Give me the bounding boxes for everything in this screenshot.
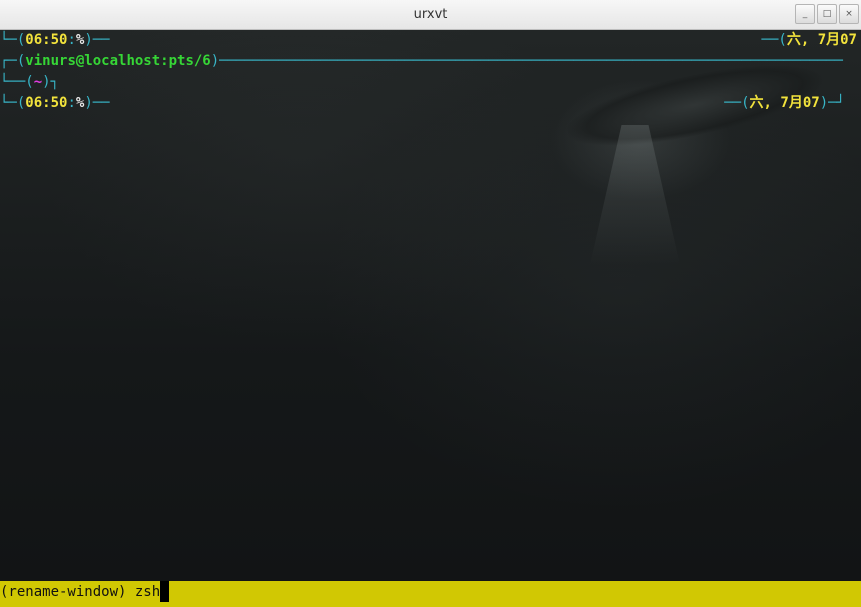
prompt-corner: ┌─( bbox=[0, 53, 26, 69]
rename-window-prompt: (rename-window) zsh bbox=[0, 584, 161, 600]
prompt-separator: : bbox=[67, 32, 76, 48]
maximize-button[interactable]: □ bbox=[817, 4, 837, 24]
prompt-time: 06:50 bbox=[25, 32, 68, 48]
terminal-line-1-right: ──(六, 7月07 bbox=[762, 30, 857, 51]
rprompt-date: 六, 7月07 bbox=[749, 95, 820, 111]
terminal-line-3: └──(~)┐ bbox=[0, 72, 59, 93]
prompt-corner: └──( bbox=[0, 74, 34, 90]
terminal-line-1: └─(06:50:%)── bbox=[0, 30, 110, 51]
terminal-line-2: ┌─(vinurs@localhost:pts/6)──────────────… bbox=[0, 51, 843, 72]
prompt-corner: └─( bbox=[0, 95, 26, 111]
terminal-line-4: └─(06:50:%)── bbox=[0, 93, 110, 114]
terminal-area[interactable]: └─(06:50:%)── ──(六, 7月07 ┌─(vinurs@local… bbox=[0, 30, 861, 581]
prompt-close: )── bbox=[84, 95, 110, 111]
close-button[interactable]: × bbox=[839, 4, 859, 24]
prompt-close: )┐ bbox=[42, 74, 60, 90]
rprompt-date: 六, 7月07 bbox=[786, 32, 857, 48]
prompt-time: 06:50 bbox=[25, 95, 68, 111]
text-cursor bbox=[160, 581, 170, 602]
window-title: urxvt bbox=[413, 7, 448, 22]
tmux-status-bar[interactable]: (rename-window) zsh bbox=[0, 581, 861, 607]
rprompt-open: ──( bbox=[761, 32, 787, 48]
prompt-separator: : bbox=[67, 95, 76, 111]
prompt-userhost: vinurs@localhost:pts/6 bbox=[25, 53, 211, 69]
terminal-line-4-right: ──(六, 7月07)─┘ bbox=[724, 93, 845, 114]
rprompt-open: ──( bbox=[724, 95, 750, 111]
prompt-rule: )───────────────────────────────────────… bbox=[210, 53, 843, 69]
urxvt-window: urxvt _ □ × └─(06:50:%)── ──(六, 7月07 ┌─(… bbox=[0, 0, 861, 607]
prompt-directory: ~ bbox=[33, 74, 43, 90]
minimize-button[interactable]: _ bbox=[795, 4, 815, 24]
status-prompt[interactable]: (rename-window) zsh bbox=[0, 581, 170, 603]
prompt-close: )── bbox=[84, 32, 110, 48]
prompt-corner: └─( bbox=[0, 32, 26, 48]
title-bar[interactable]: urxvt _ □ × bbox=[0, 0, 861, 30]
window-controls: _ □ × bbox=[795, 4, 859, 24]
rprompt-close: )─┘ bbox=[819, 95, 845, 111]
